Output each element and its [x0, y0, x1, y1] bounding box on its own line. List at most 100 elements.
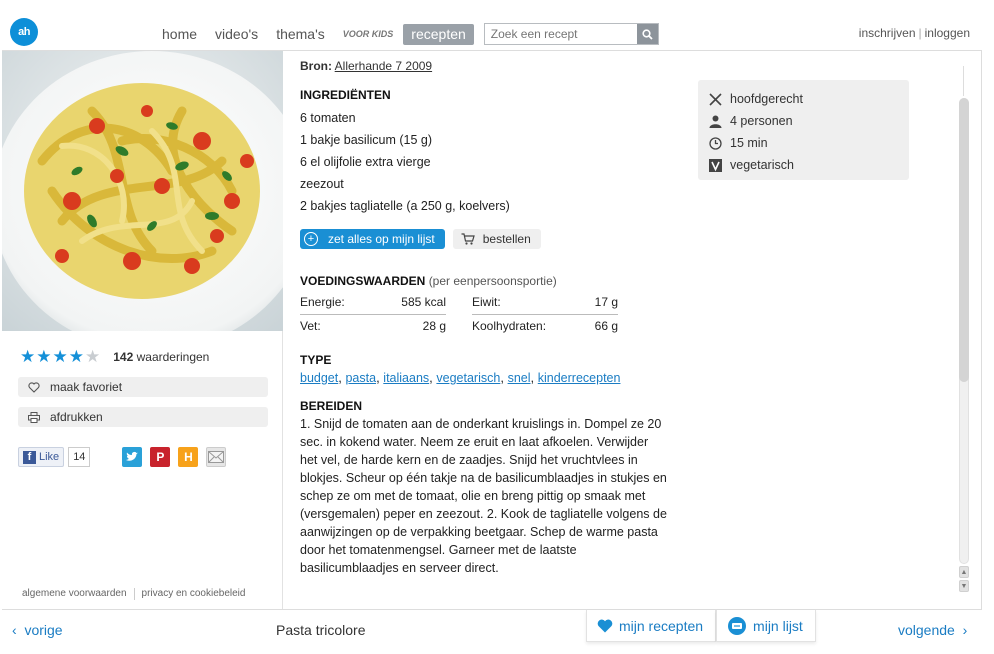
social-share: f Like 14 P H [18, 447, 227, 467]
ingredients-title: INGREDIËNTEN [300, 88, 391, 102]
rating-count: 142 waarderingen [113, 350, 210, 364]
bottom-tabs: mijn recepten mijn lijst [586, 610, 816, 642]
cart-icon [461, 233, 475, 245]
previous-recipe-link[interactable]: ‹ vorige [12, 622, 63, 638]
preparation-title: BEREIDEN [300, 399, 363, 413]
star-icon[interactable]: ★ [85, 347, 100, 367]
utensils-icon [708, 92, 722, 106]
separator: | [918, 26, 922, 40]
scroll-divider [963, 66, 964, 96]
twitter-icon[interactable] [122, 447, 143, 467]
ingredient-item: 2 bakjes tagliatelle (a 250 g, koelvers) [300, 199, 510, 213]
my-recipes-tab[interactable]: mijn recepten [586, 610, 717, 642]
nutrition-value: 585 kcal [392, 290, 446, 315]
source-label: Bron: [300, 59, 332, 73]
printer-icon [28, 411, 40, 423]
info-servings: 4 personen [708, 110, 899, 132]
ingredient-item: 6 tomaten [300, 111, 356, 125]
nav-recepten[interactable]: recepten [403, 23, 474, 45]
account-links: inschrijven | inloggen [859, 26, 970, 40]
print-label: afdrukken [50, 410, 103, 424]
order-label: bestellen [482, 232, 531, 246]
top-navigation: ah home video's thema's VOOR KIDS recept… [0, 0, 994, 50]
login-link[interactable]: inloggen [925, 26, 970, 40]
preparation-text: 1. Snijd de tomaten aan de onderkant kru… [300, 417, 667, 575]
scroll-down-icon[interactable]: ▼ [959, 580, 969, 592]
star-icon[interactable]: ★ [36, 347, 51, 367]
favorite-button[interactable]: maak favoriet [18, 377, 268, 397]
email-icon[interactable] [206, 447, 227, 467]
info-course: hoofdgerecht [708, 88, 899, 110]
ingredient-actions: + zet alles op mijn lijst bestellen [300, 229, 680, 249]
nutrition-value: 28 g [422, 319, 446, 334]
like-label: Like [39, 451, 60, 463]
tag-italiaans[interactable]: italiaans [383, 371, 429, 385]
tag-vegetarisch[interactable]: vegetarisch [436, 371, 500, 385]
nav-voor-kids[interactable]: VOOR KIDS [343, 29, 394, 39]
recipe-photo [2, 51, 283, 331]
separator [133, 588, 135, 600]
privacy-link[interactable]: privacy en cookiebeleid [142, 588, 246, 600]
recipe-sidebar: ★ ★ ★ ★ ★ 142 waarderingen maak favoriet… [2, 51, 283, 609]
nav-home[interactable]: home [162, 26, 197, 42]
tag-kinderrecepten[interactable]: kinderrecepten [538, 371, 621, 385]
source-link[interactable]: Allerhande 7 2009 [335, 59, 432, 73]
chevron-right-icon: › [962, 622, 968, 638]
star-icon[interactable]: ★ [53, 347, 68, 367]
star-icon[interactable]: ★ [69, 347, 84, 367]
search-button[interactable] [636, 24, 658, 44]
nutrition-value: 17 g [570, 290, 618, 315]
search-input[interactable] [484, 24, 637, 44]
nutrition-row: Vet: 28 g Koolhydraten: 66 g [300, 314, 618, 338]
heart-icon [597, 619, 613, 632]
terms-link[interactable]: algemene voorwaarden [22, 588, 127, 600]
like-count: 14 [68, 447, 91, 467]
type-title: TYPE [300, 353, 332, 367]
nutrition-title: VOEDINGSWAARDEN (per eenpersoonsportie) [300, 274, 557, 288]
nutrition-label: Energie: [300, 290, 392, 315]
ingredient-item: 6 el olijfolie extra vierge [300, 155, 431, 169]
order-button[interactable]: bestellen [452, 229, 541, 249]
info-time: 15 min [708, 132, 899, 154]
scroll-up-icon[interactable]: ▲ [959, 566, 969, 578]
nav-themes[interactable]: thema's [276, 26, 325, 42]
tag-snel[interactable]: snel [508, 371, 531, 385]
heart-icon [28, 381, 40, 393]
facebook-icon: f [23, 450, 36, 464]
favorite-label: maak favoriet [50, 380, 123, 394]
recipe-rating[interactable]: ★ ★ ★ ★ ★ 142 waarderingen [20, 347, 209, 367]
info-diet: vegetarisch [708, 154, 899, 176]
recipe-content: Bron: Allerhande 7 2009 INGREDIËNTEN 6 t… [300, 59, 680, 577]
ingredients-list: 6 tomaten 1 bakje basilicum (15 g) 6 el … [300, 107, 680, 217]
plus-icon: + [304, 232, 318, 246]
tag-pasta[interactable]: pasta [345, 371, 376, 385]
register-link[interactable]: inschrijven [859, 26, 916, 40]
print-button[interactable]: afdrukken [18, 407, 268, 427]
pinterest-icon[interactable]: P [150, 447, 171, 467]
facebook-like-button[interactable]: f Like [18, 447, 65, 467]
tag-budget[interactable]: budget [300, 371, 338, 385]
ingredient-item: zeezout [300, 177, 344, 191]
my-list-tab[interactable]: mijn lijst [716, 610, 816, 642]
shopping-list-icon [728, 616, 747, 635]
next-recipe-link[interactable]: volgende › [898, 622, 967, 638]
nutrition-value: 66 g [594, 319, 618, 334]
nutrition-table: Energie: 585 kcal Eiwit: 17 g Vet: 28 g … [300, 290, 618, 338]
star-icon[interactable]: ★ [20, 347, 35, 367]
search-box [483, 23, 659, 45]
recipe-source: Bron: Allerhande 7 2009 [300, 59, 680, 73]
chevron-left-icon: ‹ [12, 622, 17, 638]
nav-videos[interactable]: video's [215, 26, 258, 42]
current-recipe-name: Pasta tricolore [276, 622, 366, 638]
add-to-list-button[interactable]: + zet alles op mijn lijst [300, 229, 445, 249]
clock-icon [708, 136, 722, 150]
ingredient-item: 1 bakje basilicum (15 g) [300, 133, 433, 147]
sidebar-footer: algemene voorwaarden privacy en cookiebe… [22, 588, 245, 600]
content-scrollbar[interactable]: ▲ ▼ [957, 98, 971, 594]
vegetarian-icon [708, 158, 722, 172]
ah-logo[interactable]: ah [10, 18, 38, 46]
hyves-icon[interactable]: H [178, 447, 199, 467]
scrollbar-thumb[interactable] [959, 98, 969, 382]
nutrition-label: Eiwit: [472, 290, 570, 315]
bottom-bar: ‹ vorige Pasta tricolore mijn recepten m… [0, 610, 994, 654]
